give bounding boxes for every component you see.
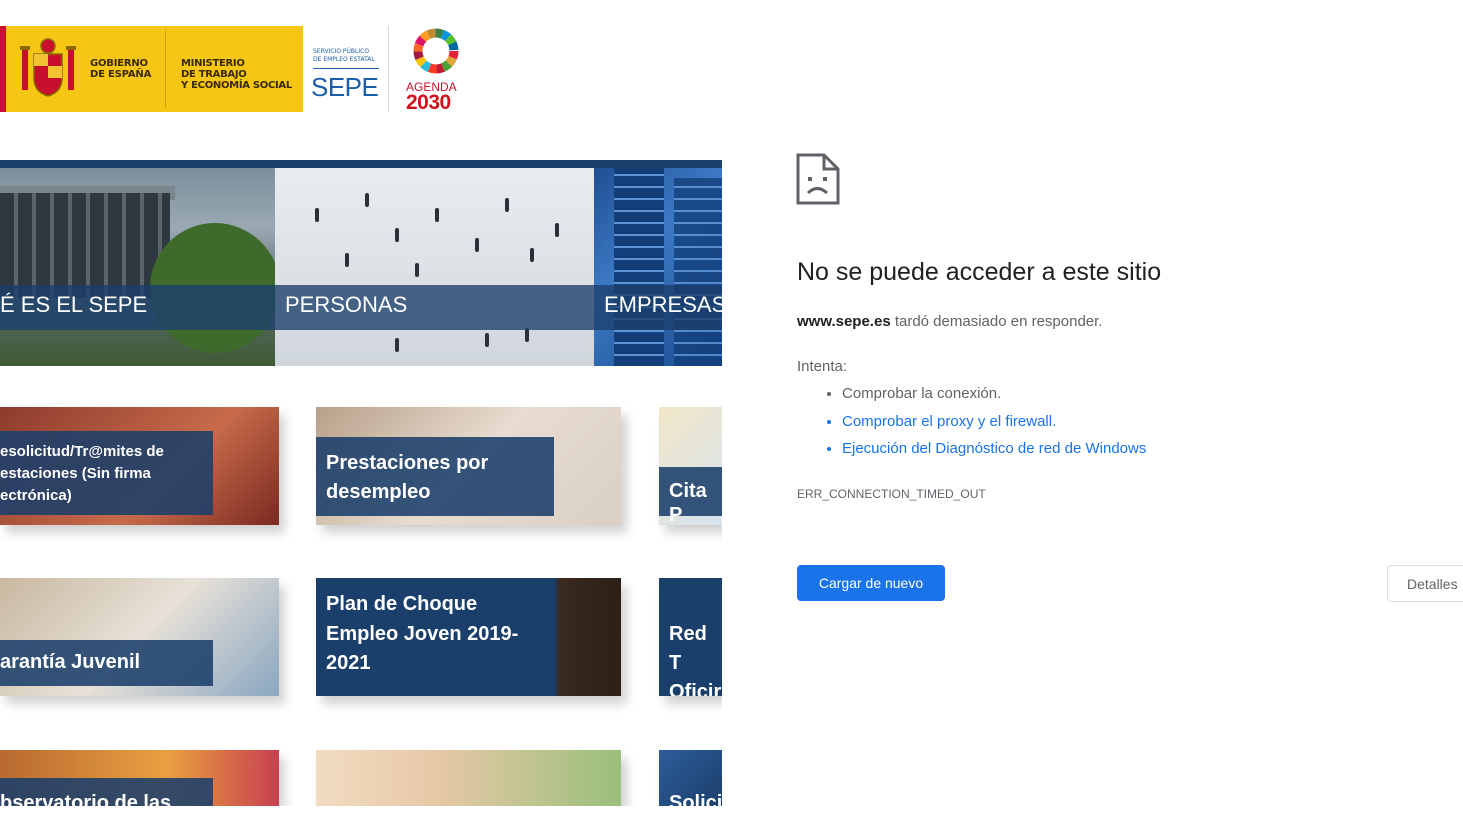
- sepe-logo-wordmark: SEPE: [311, 72, 379, 102]
- suggestion-check-connection: Comprobar la conexión.: [842, 385, 1146, 413]
- card-cita-previa[interactable]: Cita P: [659, 407, 722, 525]
- card-label: Solici: [669, 792, 722, 806]
- cards-grid: esolicitud/Tr@mites de estaciones (Sin f…: [0, 400, 722, 806]
- card-label: arantía Juvenil: [0, 651, 141, 673]
- hero-label-que-es-el-sepe[interactable]: É ES EL SEPE: [0, 292, 147, 318]
- details-button[interactable]: Detalles: [1387, 565, 1463, 602]
- card-label: Plan de Choque Empleo Joven 2019- 2021: [326, 593, 519, 674]
- banner-accent-bar: [0, 26, 6, 112]
- glass-building-image-2: [674, 178, 722, 366]
- hero-tile-empresas[interactable]: [594, 168, 722, 366]
- logo-divider: [165, 30, 166, 108]
- card-label: Red T Oficir: [669, 623, 722, 696]
- card-label: Prestaciones por desempleo: [326, 452, 489, 503]
- suggestion-check-proxy-link[interactable]: Comprobar el proxy y el firewall.: [842, 413, 1146, 441]
- error-code: ERR_CONNECTION_TIMED_OUT: [797, 487, 986, 501]
- hero-label-empresas[interactable]: EMPRESAS: [604, 292, 722, 318]
- card-label: esolicitud/Tr@mites de estaciones (Sin f…: [0, 443, 164, 504]
- card-observatorio[interactable]: bservatorio de las: [0, 750, 279, 806]
- card-label: Cita P: [669, 480, 707, 525]
- hero-tile-personas[interactable]: [275, 168, 594, 366]
- suggestions-list: Comprobar la conexión. Comprobar el prox…: [822, 385, 1146, 468]
- error-title: No se puede acceder a este sitio: [797, 258, 1162, 286]
- try-label: Intenta:: [797, 358, 848, 375]
- suggestion-network-diagnostics-link[interactable]: Ejecución del Diagnóstico de red de Wind…: [842, 440, 1146, 468]
- hero-tile-sepe[interactable]: [0, 168, 275, 366]
- sad-page-icon: [796, 153, 840, 205]
- sepe-logo-rule: [313, 68, 379, 69]
- card-label: bservatorio de las: [0, 792, 172, 806]
- ministerio-logo-text: MINISTERIO DE TRABAJO Y ECONOMÍA SOCIAL: [181, 58, 292, 91]
- card-red-oficinas[interactable]: Red T Oficir: [659, 578, 722, 696]
- reload-button[interactable]: Cargar de nuevo: [797, 565, 945, 601]
- error-host: www.sepe.es: [797, 313, 891, 330]
- card-prestaciones[interactable]: Prestaciones por desempleo: [316, 407, 621, 525]
- agenda-logo-year: 2030: [406, 91, 451, 114]
- card-solicitud[interactable]: Solici: [659, 750, 722, 806]
- building-facade: [0, 193, 170, 298]
- error-message-text: tardó demasiado en responder.: [890, 313, 1103, 330]
- gobierno-de-espana-logo-text: GOBIERNO DE ESPAÑA: [90, 58, 152, 80]
- sepe-logo-subtitle: SERVICIO PÚBLICO DE EMPLEO ESTATAL: [313, 48, 375, 63]
- card-garantia-juvenil[interactable]: arantía Juvenil: [0, 578, 279, 696]
- hero-banner: É ES EL SEPE PERSONAS EMPRESAS: [0, 160, 722, 374]
- card-people-photo[interactable]: [316, 750, 621, 806]
- hero-label-personas[interactable]: PERSONAS: [285, 292, 407, 318]
- glass-building-image: [614, 168, 664, 366]
- sdg-wheel-icon: [413, 28, 459, 74]
- coat-of-arms-icon: [20, 38, 76, 97]
- card-tramites[interactable]: esolicitud/Tr@mites de estaciones (Sin f…: [0, 407, 279, 525]
- card-plan-de-choque[interactable]: Plan de Choque Empleo Joven 2019- 2021: [316, 578, 621, 696]
- error-message: www.sepe.es tardó demasiado en responder…: [797, 313, 1102, 330]
